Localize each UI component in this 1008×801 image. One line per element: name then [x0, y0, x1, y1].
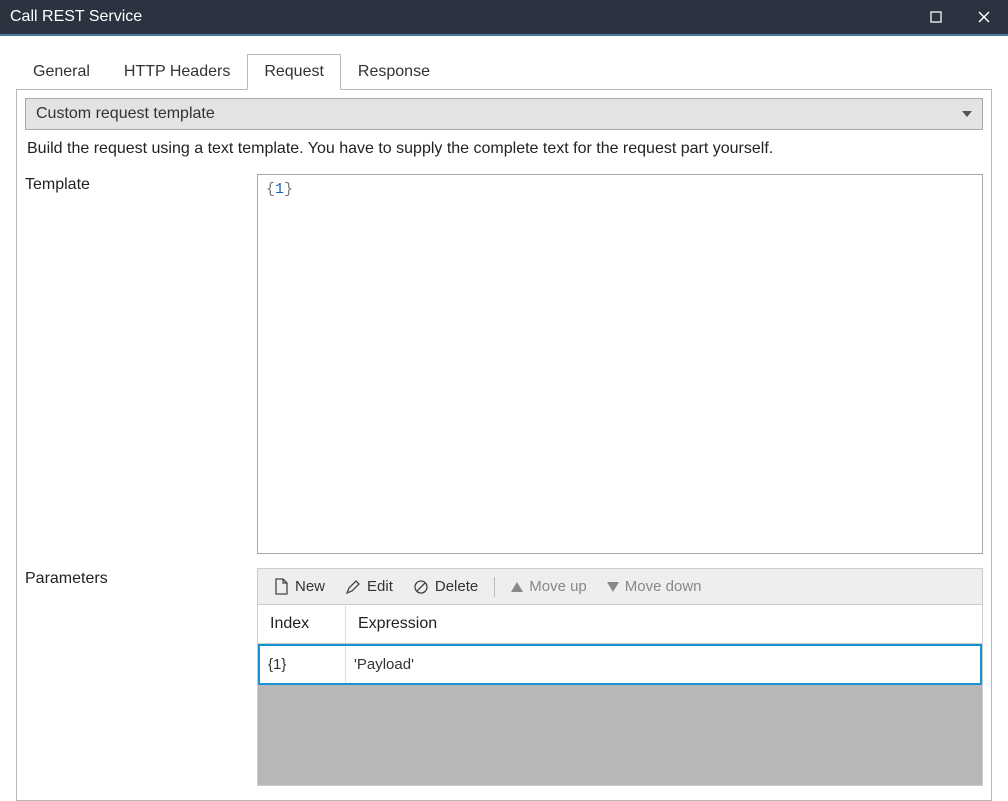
close-button[interactable] [960, 0, 1008, 34]
table-row[interactable]: {1} 'Payload' [258, 644, 982, 685]
maximize-button[interactable] [912, 0, 960, 34]
dropdown-value: Custom request template [36, 105, 215, 123]
parameters-area: New Edit Delete Move up Move down [257, 568, 983, 786]
file-icon [274, 578, 289, 595]
tab-general[interactable]: General [16, 54, 107, 90]
template-token: 1 [275, 181, 284, 198]
tab-bar: General HTTP Headers Request Response [16, 54, 1008, 90]
triangle-down-icon [607, 582, 619, 592]
tab-response[interactable]: Response [341, 54, 447, 90]
edit-button[interactable]: Edit [337, 575, 401, 598]
parameters-toolbar: New Edit Delete Move up Move down [257, 568, 983, 605]
cell-index: {1} [260, 646, 346, 683]
tab-request[interactable]: Request [247, 54, 341, 90]
toolbar-separator [494, 577, 495, 597]
titlebar: Call REST Service [0, 0, 1008, 36]
tab-content: Custom request template Build the reques… [16, 89, 992, 801]
table-empty-area [258, 685, 982, 785]
template-row: Template {1} [25, 174, 983, 554]
template-input[interactable]: {1} [257, 174, 983, 554]
chevron-down-icon [962, 111, 972, 117]
move-up-button[interactable]: Move up [503, 575, 595, 598]
pencil-icon [345, 579, 361, 595]
triangle-up-icon [511, 582, 523, 592]
request-type-dropdown[interactable]: Custom request template [25, 98, 983, 130]
titlebar-buttons [912, 0, 1008, 34]
maximize-icon [930, 11, 942, 23]
move-down-button[interactable]: Move down [599, 575, 710, 598]
new-button[interactable]: New [266, 575, 333, 598]
move-up-label: Move up [529, 578, 587, 595]
delete-button[interactable]: Delete [405, 575, 486, 598]
header-index[interactable]: Index [258, 605, 346, 643]
tab-http-headers[interactable]: HTTP Headers [107, 54, 247, 90]
delete-label: Delete [435, 578, 478, 595]
close-icon [977, 10, 991, 24]
prohibit-icon [413, 579, 429, 595]
new-label: New [295, 578, 325, 595]
window-title: Call REST Service [10, 8, 142, 26]
move-down-label: Move down [625, 578, 702, 595]
edit-label: Edit [367, 578, 393, 595]
parameters-table: Index Expression {1} 'Payload' [257, 605, 983, 786]
help-text: Build the request using a text template.… [25, 130, 983, 174]
header-expression[interactable]: Expression [346, 605, 982, 643]
parameters-label: Parameters [25, 568, 257, 786]
table-header: Index Expression [258, 605, 982, 644]
parameters-row: Parameters New Edit Delete Move [25, 568, 983, 786]
template-label: Template [25, 174, 257, 554]
cell-expression: 'Payload' [346, 646, 980, 683]
